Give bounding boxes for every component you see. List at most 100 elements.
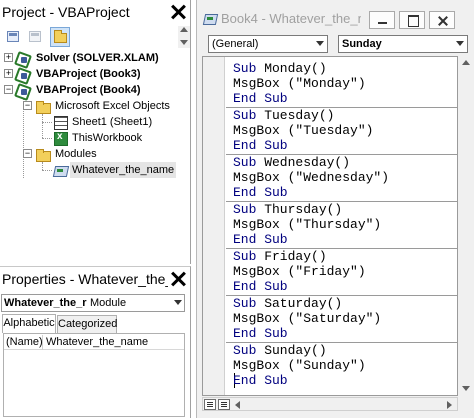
tree-item-sheet1[interactable]: Sheet1 (Sheet1) [0,114,178,130]
code-line[interactable]: MsgBox ("Sunday") [233,358,366,373]
column-divider [42,335,43,350]
tab-alphabetic[interactable]: Alphabetic [2,314,56,333]
code-line[interactable]: Sub Saturday() [233,296,342,311]
property-row[interactable]: (Name) Whatever_the_name [4,335,184,350]
vba-project-icon [15,83,29,97]
code-line[interactable]: MsgBox ("Thursday") [233,217,381,232]
workbook-icon [53,131,68,146]
chevron-down-icon[interactable] [456,41,464,46]
chevron-down-icon[interactable] [174,300,182,305]
code-window-title: Book4 - Whatever_the_na [221,11,361,26]
code-line[interactable]: MsgBox ("Wednesday") [233,170,389,185]
expand-plus-icon[interactable]: + [4,69,13,78]
worksheet-icon [53,115,68,130]
code-line[interactable]: Sub Sunday() [233,343,327,358]
toggle-folders-button[interactable] [50,27,70,47]
project-pane-title: Project - VBAProject [0,0,190,24]
project-explorer-pane: Project - VBAProject + Solver (SOLVER.XL… [0,0,191,264]
close-button[interactable] [429,11,455,29]
expand-minus-icon[interactable]: − [23,149,32,158]
scroll-left-icon[interactable] [235,401,240,409]
tree-item-label: VBAProject (Book4) [36,84,141,96]
project-toolbar [0,26,190,48]
code-vertical-scrollbar[interactable] [459,56,473,396]
code-line[interactable]: Sub Monday() [233,61,327,76]
vba-project-icon [15,67,29,81]
properties-grid: (Name) Whatever_the_name [3,333,185,417]
module-icon [203,12,217,26]
code-line[interactable]: MsgBox ("Saturday") [233,311,381,326]
folder-icon [35,147,51,162]
code-line[interactable]: End Sub [233,138,288,153]
code-window: Book4 - Whatever_the_na (General) Sunday… [196,0,474,418]
vba-project-icon [15,51,29,65]
project-tree: + Solver (SOLVER.XLAM) + VBAProject (Boo… [0,50,178,264]
tree-item-modules[interactable]: − Modules [0,146,178,162]
code-line[interactable]: MsgBox ("Friday") [233,264,366,279]
tree-item-label: Microsoft Excel Objects [55,100,170,112]
expand-minus-icon[interactable]: − [23,101,32,110]
tree-item-label: Solver (SOLVER.XLAM) [36,52,159,64]
code-line[interactable]: End Sub [233,232,288,247]
code-line[interactable]: Sub Wednesday() [233,155,350,170]
chevron-down-icon[interactable] [316,41,324,46]
tree-item-label: ThisWorkbook [72,132,143,144]
code-line[interactable]: End Sub [233,91,288,106]
code-line[interactable]: End Sub [233,326,288,341]
object-type: Module [90,297,127,309]
project-pane-close-icon[interactable] [168,2,188,22]
tree-item-solver[interactable]: + Solver (SOLVER.XLAM) [0,50,178,66]
tree-item-label: VBAProject (Book3) [36,68,141,80]
tree-item-book3[interactable]: + VBAProject (Book3) [0,66,178,82]
code-line[interactable]: Sub Tuesday() [233,108,334,123]
object-dropdown-value: (General) [212,38,259,50]
view-code-button[interactable] [3,27,23,47]
code-line[interactable]: End Sub [233,373,288,388]
procedure-dropdown-value: Sunday [342,38,382,50]
project-pane-scrollbar[interactable] [178,26,190,48]
toggle-folders-icon [54,30,67,43]
view-code-icon [7,31,19,42]
scroll-up-icon[interactable] [180,27,188,32]
properties-pane-close-icon[interactable] [168,269,188,289]
code-line[interactable]: Sub Friday() [233,249,327,264]
tree-item-book4[interactable]: − VBAProject (Book4) [0,82,178,98]
tree-item-module-selected[interactable]: Whatever_the_name [0,162,178,178]
expand-plus-icon[interactable]: + [4,53,13,62]
property-value[interactable]: Whatever_the_name [46,335,148,349]
code-window-titlebar: Book4 - Whatever_the_na [197,0,474,36]
scroll-up-icon[interactable] [462,60,470,65]
folder-icon [35,99,51,114]
view-object-button[interactable] [25,27,45,47]
tree-item-excel-objects[interactable]: − Microsoft Excel Objects [0,98,178,114]
expand-minus-icon[interactable]: − [4,85,13,94]
code-margin[interactable] [203,57,225,395]
scroll-right-icon[interactable] [447,401,452,409]
procedure-dropdown[interactable]: Sunday [338,35,468,53]
tree-item-label: Modules [55,148,97,160]
object-selector-dropdown[interactable]: Whatever_the_r Module [1,294,185,312]
properties-pane: Properties - Whatever_the_name Whatever_… [0,266,191,418]
view-object-icon [29,31,41,42]
maximize-button[interactable] [399,11,425,29]
code-line[interactable]: Sub Thursday() [233,202,342,217]
object-name: Whatever_the_r [4,297,87,309]
full-module-view-icon[interactable] [218,399,230,410]
tree-item-label: Sheet1 (Sheet1) [72,116,153,128]
scroll-down-icon[interactable] [180,40,188,45]
minimize-button[interactable] [369,11,395,29]
scroll-down-icon[interactable] [462,386,470,391]
object-dropdown[interactable]: (General) [208,35,328,53]
procedure-view-icon[interactable] [204,399,216,410]
code-line[interactable]: MsgBox ("Tuesday") [233,123,373,138]
tree-item-label: Whatever_the_name [70,162,177,178]
module-icon [53,163,67,177]
code-horizontal-scrollbar[interactable] [202,397,458,411]
property-key: (Name) [6,336,43,348]
tab-categorized[interactable]: Categorized [57,315,117,333]
code-editor[interactable]: Sub Monday() MsgBox ("Monday") End Sub S… [202,56,458,396]
code-line[interactable]: End Sub [233,279,288,294]
code-line[interactable]: End Sub [233,185,288,200]
code-line[interactable]: MsgBox ("Monday") [233,76,366,91]
tree-item-thisworkbook[interactable]: ThisWorkbook [0,130,178,146]
